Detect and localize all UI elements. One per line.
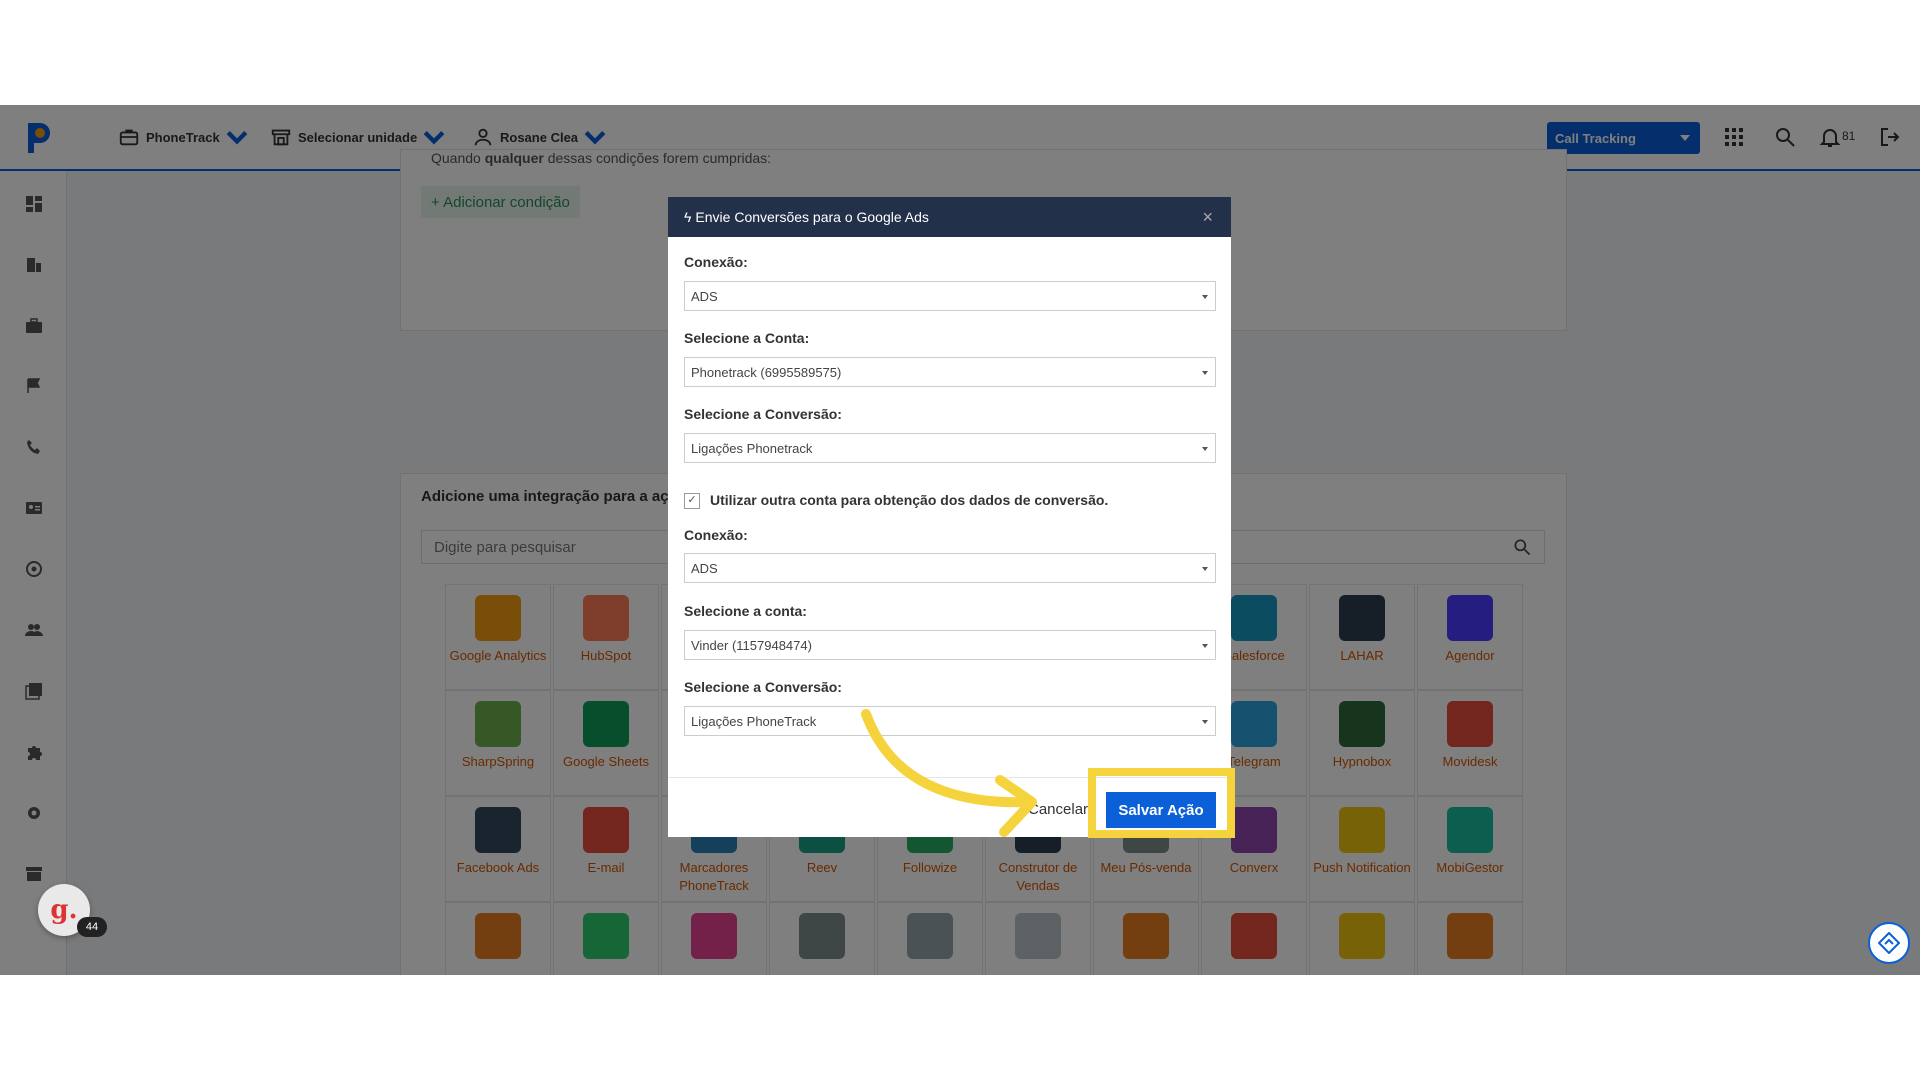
caret-down-icon	[1202, 567, 1208, 571]
conversion2-value: Ligações PhoneTrack	[691, 713, 817, 729]
help-float-button[interactable]	[1868, 922, 1910, 964]
connection2-select[interactable]: ADS	[684, 553, 1216, 583]
connection-select[interactable]: ADS	[684, 281, 1216, 311]
caret-down-icon	[1202, 644, 1208, 648]
account-value: Phonetrack (6995589575)	[691, 364, 842, 380]
conversion2-label: Selecione a Conversão:	[684, 679, 842, 695]
chat-widget-count: 44	[77, 917, 107, 937]
caret-down-icon	[1202, 371, 1208, 375]
modal-header: ϟ Envie Conversões para o Google Ads ×	[668, 197, 1231, 237]
caret-down-icon	[1202, 295, 1208, 299]
bolt-icon: ϟ	[684, 209, 692, 225]
chat-widget-letter: g.	[50, 895, 78, 925]
other-account-checkbox-label: Utilizar outra conta para obtenção dos d…	[710, 492, 1109, 508]
account2-select[interactable]: Vinder (1157948474)	[684, 630, 1216, 660]
conversion-select[interactable]: Ligações Phonetrack	[684, 433, 1216, 463]
account-select[interactable]: Phonetrack (6995589575)	[684, 357, 1216, 387]
account2-label: Selecione a conta:	[684, 603, 807, 619]
other-account-checkbox[interactable]: ✓	[684, 493, 700, 509]
account2-value: Vinder (1157948474)	[691, 637, 812, 653]
conversion-label: Selecione a Conversão:	[684, 406, 842, 422]
conversion-value: Ligações Phonetrack	[691, 440, 813, 456]
modal-title: Envie Conversões para o Google Ads	[695, 209, 929, 225]
caret-down-icon	[1202, 720, 1208, 724]
tutorial-arrow-icon	[861, 709, 1037, 837]
diamond-arrow-icon	[1878, 932, 1900, 954]
save-button-highlight	[1088, 768, 1235, 838]
close-icon[interactable]: ×	[1202, 207, 1213, 228]
caret-down-icon	[1202, 447, 1208, 451]
connection2-value: ADS	[691, 560, 718, 576]
connection2-label: Conexão:	[684, 527, 748, 543]
connection-label: Conexão:	[684, 254, 748, 270]
account-label: Selecione a Conta:	[684, 330, 810, 346]
connection-value: ADS	[691, 288, 718, 304]
